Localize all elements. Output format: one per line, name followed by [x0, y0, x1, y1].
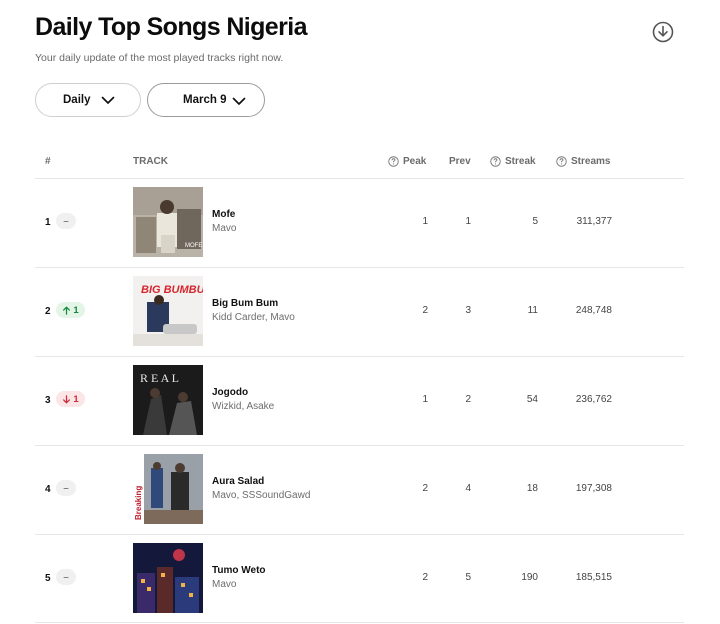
table-row[interactable]: 4 – Breaking Aura Salad Mavo, SSSoundGaw…: [0, 446, 720, 535]
album-art[interactable]: MOFE: [133, 187, 203, 257]
rank-change-badge: –: [56, 213, 76, 229]
period-dropdown-label: Daily: [63, 94, 91, 106]
rank-change-badge: 1: [56, 391, 85, 407]
track-title[interactable]: Tumo Weto: [212, 565, 266, 576]
streams-value: 236,762: [575, 394, 612, 405]
album-art-text: MOFE: [185, 243, 202, 249]
arrow-down-icon: [63, 394, 71, 403]
streak-value: 190: [521, 572, 538, 583]
track-artists[interactable]: Mavo, SSSoundGawd: [212, 490, 310, 501]
row-rank: 1: [45, 217, 51, 228]
streams-value: 311,377: [576, 216, 612, 227]
track-title[interactable]: Mofe: [212, 209, 235, 220]
track-artists[interactable]: Mavo: [212, 579, 236, 590]
prev-value: 3: [465, 305, 471, 316]
chevron-down-icon: [101, 96, 114, 104]
streams-value: 197,308: [575, 483, 612, 494]
prev-value: 4: [465, 483, 471, 494]
row-rank: 4: [45, 484, 51, 495]
row-rank: 3: [45, 395, 51, 406]
prev-value: 1: [465, 216, 471, 227]
prev-value: 5: [465, 572, 471, 583]
track-artists[interactable]: Mavo: [212, 223, 236, 234]
album-art[interactable]: R E A L: [133, 365, 203, 435]
column-header-rank: #: [45, 156, 51, 167]
page-subtitle: Your daily update of the most played tra…: [35, 52, 284, 64]
column-header-track: TRACK: [133, 156, 168, 167]
track-title[interactable]: Jogodo: [212, 387, 248, 398]
prev-value: 2: [465, 394, 471, 405]
help-icon[interactable]: [388, 156, 399, 167]
column-header-streak[interactable]: Streak: [490, 156, 536, 167]
album-art-text: R E A L: [140, 371, 179, 385]
table-row[interactable]: 2 1 BIG BUMBUM Big Bum Bum Kidd Carder, …: [0, 268, 720, 357]
help-icon[interactable]: [556, 156, 567, 167]
track-title[interactable]: Big Bum Bum: [212, 298, 278, 309]
help-icon[interactable]: [490, 156, 501, 167]
column-header-streams[interactable]: Streams: [556, 156, 610, 167]
track-artists[interactable]: Wizkid, Asake: [212, 401, 274, 412]
table-row[interactable]: 1 – MOFE Mofe Mavo 1 1 5 311,377: [0, 179, 720, 268]
streams-value: 248,748: [575, 305, 612, 316]
date-dropdown[interactable]: March 9: [147, 83, 265, 117]
album-art[interactable]: Breaking: [133, 454, 203, 524]
track-title[interactable]: Aura Salad: [212, 476, 264, 487]
streak-value: 11: [527, 305, 538, 316]
date-dropdown-label: March 9: [183, 94, 227, 106]
chevron-down-icon: [233, 97, 246, 105]
row-rank: 2: [45, 306, 51, 317]
album-art[interactable]: BIG BUMBUM: [133, 276, 203, 346]
download-icon[interactable]: [652, 21, 674, 43]
arrow-up-icon: [63, 306, 71, 315]
column-header-peak[interactable]: Peak: [388, 156, 426, 167]
streak-value: 54: [526, 394, 538, 405]
album-art[interactable]: [133, 543, 203, 613]
row-rank: 5: [45, 573, 51, 584]
period-dropdown[interactable]: Daily: [35, 83, 141, 117]
streak-value: 18: [526, 483, 538, 494]
streak-value: 5: [532, 216, 538, 227]
streams-value: 185,515: [575, 572, 612, 583]
table-row[interactable]: 3 1 R E A L Jogodo Wizkid, Asake 1 2 54 …: [0, 357, 720, 446]
row-divider: [35, 622, 684, 623]
rank-change-badge: –: [56, 569, 76, 585]
page-title: Daily Top Songs Nigeria: [35, 13, 308, 41]
album-art-text: Breaking: [134, 486, 143, 520]
rank-change-badge: –: [56, 480, 76, 496]
rank-change-badge: 1: [56, 302, 85, 318]
track-artists[interactable]: Kidd Carder, Mavo: [212, 312, 295, 323]
album-art-text: BIG BUMBUM: [141, 284, 203, 296]
table-row[interactable]: 5 – Tumo Weto Mavo 2 5 190 185,515: [0, 535, 720, 624]
column-header-prev: Prev: [449, 156, 471, 167]
